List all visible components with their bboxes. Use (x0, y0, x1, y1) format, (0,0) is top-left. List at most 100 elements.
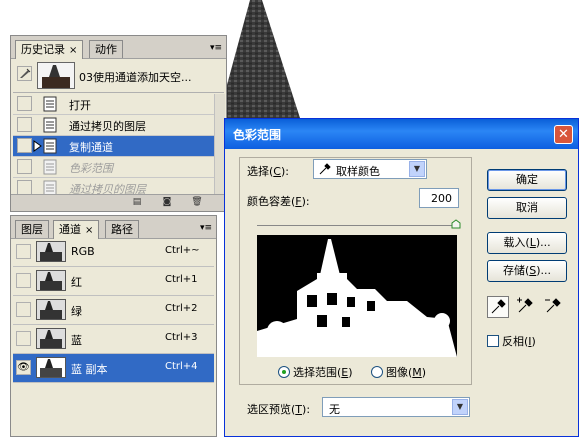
channel-name: 蓝 (71, 334, 82, 347)
image-radio[interactable] (371, 366, 383, 378)
channel-row[interactable]: 蓝 Ctrl+3 (13, 325, 214, 354)
history-state-icon (43, 96, 57, 112)
tab-channels[interactable]: 通道 × (53, 220, 100, 239)
channel-name: 红 (71, 276, 82, 289)
panel-menu-icon[interactable]: ▾≡ (209, 42, 223, 54)
history-bottombar: ▤ ◙ 🗑 (11, 194, 226, 211)
eyedropper-icon (319, 163, 331, 175)
visibility-toggle[interactable] (16, 302, 31, 317)
close-icon[interactable]: × (69, 45, 77, 56)
selection-preview-image (257, 235, 457, 357)
panel-menu-icon[interactable]: ▾≡ (199, 222, 213, 234)
select-value: 取样颜色 (336, 165, 380, 178)
channel-row-selected[interactable]: 👁 蓝 副本 Ctrl+4 (13, 354, 214, 383)
visibility-toggle[interactable] (16, 331, 31, 346)
subtract-from-sample-tool[interactable] (543, 296, 565, 318)
camera-icon[interactable]: ◙ (161, 197, 173, 208)
channel-shortcut: Ctrl+1 (165, 274, 198, 285)
history-item-selected[interactable]: 复制通道 (13, 136, 214, 157)
new-document-from-state-icon[interactable]: ▤ (131, 197, 143, 208)
channels-panel: 图层 通道 × 路径 ▾≡ RGB Ctrl+~ 红 Ctrl+1 绿 Ctrl+… (10, 215, 217, 437)
invert-checkbox[interactable] (487, 335, 499, 347)
tab-actions-label: 动作 (95, 43, 117, 56)
tab-paths[interactable]: 路径 (105, 220, 139, 238)
select-dropdown[interactable]: 取样颜色 ▼ (313, 159, 427, 179)
fuzziness-label-text: 颜色容差( (247, 195, 296, 208)
history-source-checkbox[interactable] (17, 180, 32, 195)
fuzziness-slider-track[interactable] (257, 225, 457, 226)
history-item-label: 打开 (69, 99, 91, 112)
tab-actions[interactable]: 动作 (89, 40, 123, 58)
dialog-title: 色彩范围 (233, 128, 282, 142)
select-label-text: 选择( (247, 165, 274, 178)
channel-name: RGB (71, 245, 95, 258)
trash-icon[interactable]: 🗑 (191, 197, 203, 208)
channel-thumbnail (36, 328, 66, 349)
load-button-suffix: )... (535, 236, 551, 249)
visibility-toggle[interactable] (16, 244, 31, 259)
eyedropper-tool[interactable] (487, 296, 509, 318)
image-radio-suffix: ) (421, 366, 427, 379)
fuzziness-label-suffix: ): (301, 195, 310, 208)
select-label: 选择(C): (247, 163, 289, 179)
channel-name: 绿 (71, 305, 82, 318)
save-button-suffix: )... (536, 264, 552, 277)
history-item[interactable]: 通过拷贝的图层 (13, 115, 214, 136)
ok-button[interactable]: 确定 (487, 169, 567, 191)
preview-label-suffix: ): (302, 403, 311, 416)
history-state-icon (43, 117, 57, 133)
history-state-slider-icon[interactable] (33, 140, 43, 152)
snapshot-thumbnail (37, 62, 75, 89)
selection-radio[interactable] (278, 366, 290, 378)
history-snapshot[interactable]: 03使用通道添加天空... (13, 60, 224, 93)
channel-row[interactable]: 绿 Ctrl+2 (13, 296, 214, 325)
add-to-sample-tool[interactable] (515, 296, 537, 318)
selection-radio-label: 选择范围(E) (293, 364, 353, 380)
chevron-down-icon[interactable]: ▼ (409, 161, 425, 177)
tab-paths-label: 路径 (111, 223, 133, 236)
select-label-key: C (273, 165, 281, 178)
history-state-icon (43, 159, 57, 175)
tab-history[interactable]: 历史记录 × (15, 40, 84, 59)
history-item-label: 通过拷贝的图层 (69, 120, 146, 133)
invert-label: 反相(I) (502, 333, 536, 349)
invert-label-text: 反相( (502, 335, 529, 348)
tab-layers[interactable]: 图层 (15, 220, 49, 238)
selection-radio-text: 选择范围( (293, 366, 342, 379)
history-item[interactable]: 打开 (13, 94, 214, 115)
image-radio-label: 图像(M) (386, 364, 426, 380)
selection-preview-dropdown[interactable]: 无 ▼ (322, 397, 470, 417)
channel-thumbnail (36, 357, 66, 378)
load-button[interactable]: 载入(L)... (487, 232, 567, 254)
eye-icon[interactable]: 👁 (16, 360, 31, 375)
dialog-titlebar[interactable]: 色彩范围 ✕ (225, 119, 578, 149)
history-panel: 历史记录 × 动作 ▾≡ 03使用通道添加天空... 打开 通过拷贝的图层 复制通… (10, 35, 227, 212)
channel-row[interactable]: RGB Ctrl+~ (13, 238, 214, 267)
save-button-text: 存储( (502, 264, 530, 277)
fuzziness-input[interactable]: 200 (419, 188, 459, 208)
cancel-button[interactable]: 取消 (487, 197, 567, 219)
history-source-checkbox[interactable] (17, 138, 32, 153)
history-source-checkbox[interactable] (17, 117, 32, 132)
history-source-checkbox[interactable] (17, 96, 32, 111)
visibility-toggle[interactable] (16, 273, 31, 288)
channel-thumbnail (36, 299, 66, 320)
select-label-suffix: ): (280, 165, 289, 178)
fuzziness-label: 颜色容差(F): (247, 193, 310, 209)
history-item[interactable]: 色彩范围 (13, 157, 214, 178)
eyedropper-minus-icon (545, 298, 561, 313)
channel-thumbnail (36, 241, 66, 262)
image-radio-text: 图像( (386, 366, 413, 379)
fuzziness-slider-thumb[interactable] (451, 219, 461, 229)
save-button[interactable]: 存储(S)... (487, 260, 567, 282)
snapshot-source-icon[interactable] (17, 66, 32, 81)
selection-preview-label: 选区预览(T): (247, 401, 310, 417)
history-source-checkbox[interactable] (17, 159, 32, 174)
close-icon[interactable]: × (85, 225, 93, 236)
color-range-dialog: 色彩范围 ✕ 选择(C): 取样颜色 ▼ 颜色容差(F): 200 选择范围(E… (224, 118, 579, 437)
close-button[interactable]: ✕ (554, 125, 573, 144)
channel-row[interactable]: 红 Ctrl+1 (13, 267, 214, 296)
fuzziness-value: 200 (431, 192, 452, 205)
chevron-down-icon[interactable]: ▼ (452, 399, 468, 415)
tab-history-label: 历史记录 (21, 43, 65, 56)
